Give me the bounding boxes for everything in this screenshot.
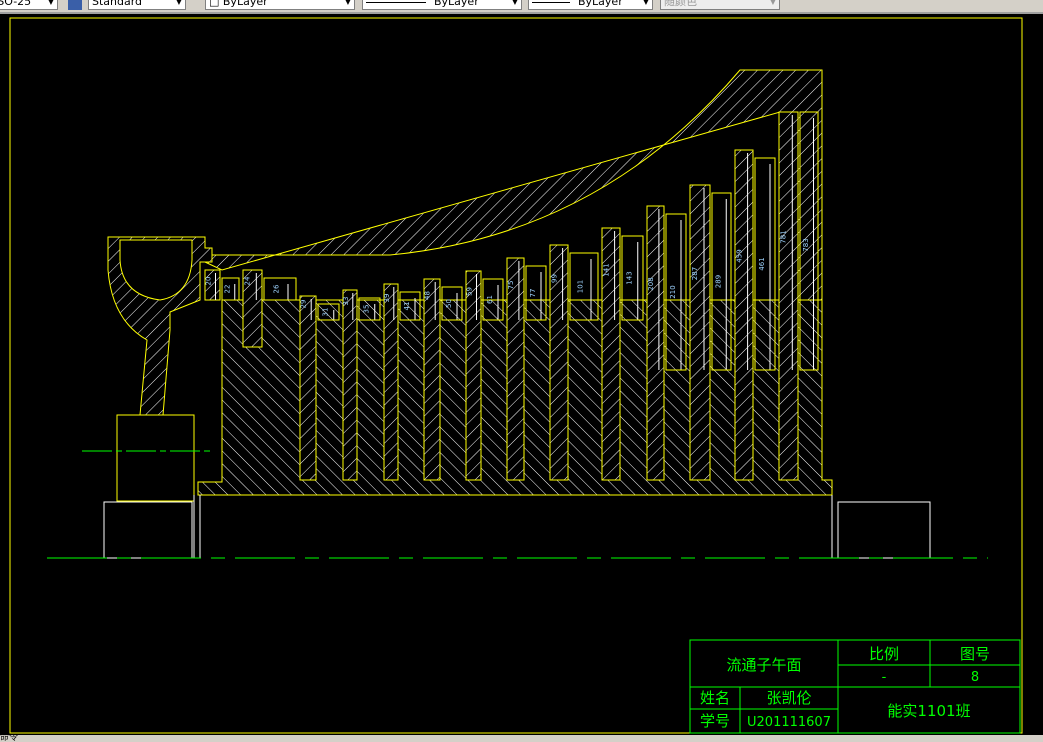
dimension-label: 289 — [715, 275, 723, 288]
dimension-label: 39 — [383, 294, 391, 303]
dimension-label: 41 — [403, 302, 411, 311]
chevron-down-icon: ▼ — [47, 0, 54, 6]
stator-blade — [299, 295, 317, 481]
dimension-label: 33 — [342, 297, 350, 306]
linetype-value: ByLayer — [434, 0, 479, 8]
class-value: 能实1101班 — [887, 702, 970, 720]
chevron-down-icon: ▼ — [175, 0, 182, 6]
dimension-label: 75 — [507, 281, 515, 290]
name-value: 张凯伦 — [766, 689, 811, 707]
dimension-label: 459 — [735, 249, 743, 262]
lineweight-dropdown[interactable]: ByLayer ▼ — [528, 0, 653, 10]
drawing-no-label: 图号 — [960, 645, 990, 663]
dimension-label: 59 — [465, 287, 473, 296]
dimension-label: 783 — [802, 238, 810, 251]
dimension-label: 29 — [300, 300, 308, 309]
dimension-label: 61 — [486, 295, 494, 304]
student-id-value: U201111607 — [747, 715, 831, 730]
dimension-label: 101 — [577, 280, 585, 293]
stator-blade — [778, 111, 799, 481]
dimension-label: 208 — [647, 277, 655, 290]
right-support — [837, 501, 931, 559]
linetype-sample — [366, 1, 426, 3]
stator-blade — [734, 149, 754, 481]
stator-blade — [646, 205, 665, 481]
drawing-title: 流通子午面 — [726, 656, 801, 674]
dimension-label: 781 — [780, 230, 788, 243]
lineweight-value: ByLayer — [578, 0, 623, 8]
dimension-label: 48 — [424, 291, 432, 300]
drawing-canvas[interactable]: 20 22 24 26 29 31 33 35 39 41 48 50 59 61 75 77 99 101 141… — [0, 14, 1043, 735]
scale-label: 比例 — [869, 645, 899, 663]
dim-style-value: ISO-25 — [0, 0, 32, 8]
name-label: 姓名 — [700, 689, 730, 707]
stator-blade — [465, 270, 482, 481]
plot-style-value: 随颜色 — [664, 0, 697, 8]
left-support — [103, 501, 193, 559]
chevron-down-icon: ▼ — [344, 0, 351, 6]
stator-blade — [342, 289, 358, 481]
command-line[interactable]: 命令 — [0, 735, 1043, 742]
layer-value: ByLayer — [222, 0, 268, 8]
text-style-icon[interactable] — [68, 0, 82, 10]
chevron-down-icon: ▼ — [769, 0, 776, 6]
dimension-label: 20 — [204, 277, 212, 286]
dimension-label: 26 — [272, 284, 280, 293]
stator-blade — [423, 278, 441, 481]
drawing-no-value: 8 — [971, 670, 979, 685]
dimension-label: 50 — [445, 299, 453, 308]
text-style-dropdown[interactable]: Standard ▼ — [88, 0, 186, 10]
text-style-value: Standard — [92, 0, 143, 8]
lineweight-sample — [532, 1, 570, 3]
dimension-label: 77 — [529, 289, 537, 298]
layer-dropdown[interactable]: □ ByLayer ▼ — [205, 0, 355, 10]
dim-style-dropdown[interactable]: ISO-25 ▼ — [0, 0, 58, 10]
properties-toolbar: ISO-25▼ Standard▼ □ ByLayer▼ ByLayer▼ By… — [0, 0, 1043, 14]
stator-blade — [506, 257, 525, 481]
linetype-dropdown[interactable]: ByLayer ▼ — [362, 0, 522, 10]
scale-value: - — [882, 670, 887, 685]
shaft-lines — [193, 495, 833, 558]
chevron-down-icon: ▼ — [642, 0, 649, 6]
dimension-label: 287 — [691, 267, 699, 280]
dimension-label: 461 — [758, 257, 766, 270]
bearing-block — [116, 414, 195, 502]
chevron-down-icon: ▼ — [511, 0, 518, 6]
plot-style-dropdown[interactable]: 随颜色 ▼ — [660, 0, 780, 10]
dimension-label: 35 — [362, 305, 370, 314]
dimension-label: 31 — [321, 308, 329, 317]
student-id-label: 学号 — [700, 712, 730, 730]
drawing-svg: 20 22 24 26 29 31 33 35 39 41 48 50 59 61 75 77 99 101 141… — [9, 17, 1023, 734]
dimension-label: 22 — [224, 285, 232, 294]
stator-blade — [383, 283, 399, 481]
dimension-label: 141 — [602, 263, 610, 276]
command-prompt: 命令 — [0, 735, 19, 742]
dimension-label: 99 — [550, 274, 558, 283]
dimension-label: 143 — [625, 271, 633, 284]
dimension-label: 24 — [244, 276, 252, 285]
dimension-label: 210 — [669, 285, 677, 298]
stator-blade — [689, 184, 711, 481]
